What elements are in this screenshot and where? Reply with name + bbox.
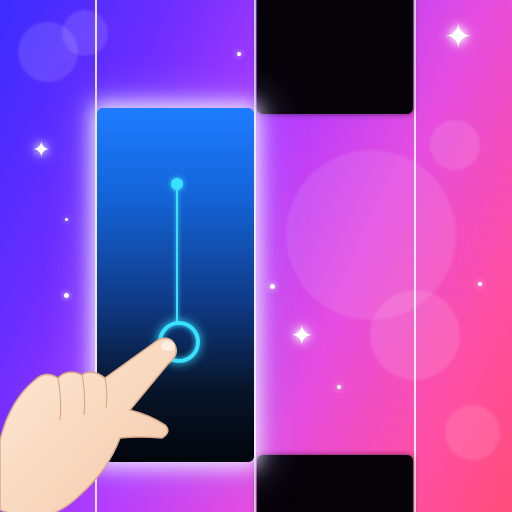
black-tile-top[interactable] (257, 0, 413, 114)
sparkle-icon: ✦ (290, 319, 314, 352)
bokeh-light (430, 120, 480, 170)
hold-progress-line (176, 184, 178, 324)
game-board: ✦ ✦ ✦ (0, 0, 512, 512)
glow-particle (237, 52, 241, 56)
glow-particle (65, 218, 68, 221)
hold-end-dot (171, 178, 183, 190)
glow-particle (478, 282, 482, 286)
lane-divider (414, 0, 416, 512)
black-tile-bottom[interactable] (257, 455, 413, 512)
sparkle-icon: ✦ (444, 17, 473, 57)
sparkle-icon: ✦ (32, 138, 51, 163)
glow-particle (270, 284, 275, 289)
bokeh-light (445, 405, 500, 460)
glow-particle (337, 385, 341, 389)
pointing-hand-icon (0, 337, 178, 512)
glow-particle (64, 293, 69, 298)
lane-divider (254, 0, 256, 512)
bokeh-light (62, 10, 108, 56)
